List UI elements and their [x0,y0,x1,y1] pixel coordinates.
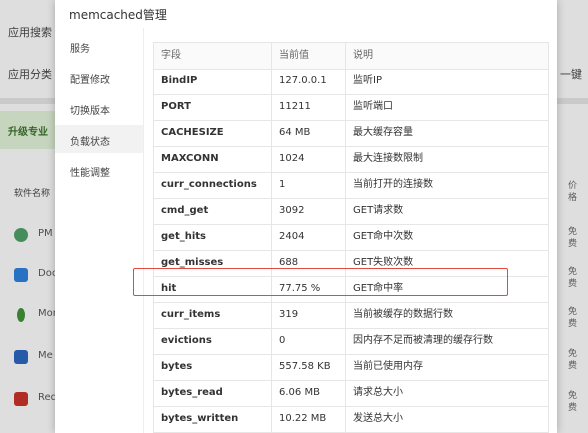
description-cell: 最大连接数限制 [345,146,549,172]
description-cell: 当前被缓存的数据行数 [345,302,549,328]
value-cell: 557.58 KB [271,354,345,380]
menu-item-config[interactable]: 配置修改 [55,63,143,91]
header-value: 当前值 [271,43,345,69]
description-cell: GET命中次数 [345,224,549,250]
field-cell: curr_connections [153,172,271,198]
description-cell: 当前打开的连接数 [345,172,549,198]
field-cell: MAXCONN [153,146,271,172]
description-cell: GET请求数 [345,198,549,224]
description-cell: 当前已使用内存 [345,354,549,380]
value-cell: 1 [271,172,345,198]
description-cell: 因内存不足而被清理的缓存行数 [345,328,549,354]
menu-item-load-status[interactable]: 负载状态 [55,125,143,153]
table-row: get_hits 2404 GET命中次数 [153,224,549,251]
description-cell: 最大缓存容量 [345,120,549,146]
table-row: MAXCONN 1024 最大连接数限制 [153,146,549,173]
table-row: bytes_read 6.06 MB 请求总大小 [153,380,549,407]
field-cell: PORT [153,94,271,120]
table-header: 字段 当前值 说明 [153,42,549,70]
table-row: CACHESIZE 64 MB 最大缓存容量 [153,120,549,147]
sidebar-menu: 服务 配置修改 切换版本 负载状态 性能调整 [55,28,144,433]
value-cell: 10.22 MB [271,406,345,432]
table-row: evictions 0 因内存不足而被清理的缓存行数 [153,328,549,355]
description-cell: 请求总大小 [345,380,549,406]
table-row: cmd_get 3092 GET请求数 [153,198,549,225]
memcached-dialog: memcached管理 服务 配置修改 切换版本 负载状态 性能调整 字段 当前… [55,0,557,433]
field-cell: BindIP [153,68,271,94]
description-cell: 监听端口 [345,94,549,120]
hit-row-highlight [133,268,508,296]
menu-item-service[interactable]: 服务 [55,32,143,60]
value-cell: 3092 [271,198,345,224]
menu-item-switch-version[interactable]: 切换版本 [55,94,143,122]
header-field: 字段 [153,43,271,69]
field-cell: curr_items [153,302,271,328]
value-cell: 11211 [271,94,345,120]
value-cell: 319 [271,302,345,328]
value-cell: 6.06 MB [271,380,345,406]
table-row: curr_items 319 当前被缓存的数据行数 [153,302,549,329]
value-cell: 1024 [271,146,345,172]
value-cell: 2404 [271,224,345,250]
header-description: 说明 [345,43,549,69]
field-cell: bytes [153,354,271,380]
dialog-title: memcached管理 [69,8,167,22]
table-row: bytes_written 10.22 MB 发送总大小 [153,406,549,433]
field-cell: bytes_read [153,380,271,406]
value-cell: 64 MB [271,120,345,146]
field-cell: bytes_written [153,406,271,432]
value-cell: 127.0.0.1 [271,68,345,94]
description-cell: 监听IP [345,68,549,94]
description-cell: 发送总大小 [345,406,549,432]
field-cell: evictions [153,328,271,354]
table-row: BindIP 127.0.0.1 监听IP [153,68,549,95]
menu-item-performance[interactable]: 性能调整 [55,156,143,184]
table-row: bytes 557.58 KB 当前已使用内存 [153,354,549,381]
field-cell: cmd_get [153,198,271,224]
field-cell: CACHESIZE [153,120,271,146]
table-row: curr_connections 1 当前打开的连接数 [153,172,549,199]
table-row: PORT 11211 监听端口 [153,94,549,121]
field-cell: get_hits [153,224,271,250]
value-cell: 0 [271,328,345,354]
